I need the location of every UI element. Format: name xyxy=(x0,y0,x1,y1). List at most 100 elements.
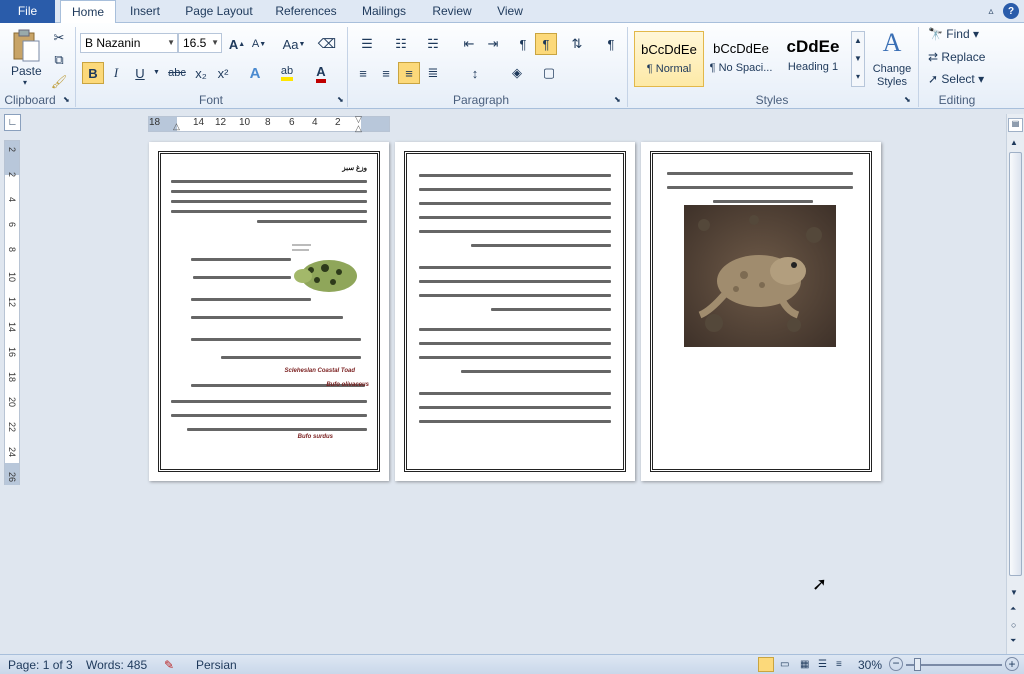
clear-formatting-icon[interactable]: ⌫ xyxy=(316,33,338,55)
scientific-name-3: Bufo surdus xyxy=(297,434,333,440)
format-painter-icon[interactable]: 🖌 xyxy=(48,71,70,93)
copy-icon[interactable]: ⧉ xyxy=(48,49,70,71)
bullets-icon[interactable]: ☰ xyxy=(354,33,380,55)
status-bar: Page: 1 of 3 Words: 485 ✎ Persian ▭ ▦ ☰ … xyxy=(0,654,1024,674)
change-styles-icon[interactable]: A xyxy=(872,27,912,59)
text-effects-icon[interactable]: A xyxy=(244,62,266,84)
align-left-icon[interactable]: ≡ xyxy=(352,62,374,84)
clipboard-launcher-icon[interactable]: ⬊ xyxy=(63,95,70,104)
previous-page-icon[interactable]: ⏶ xyxy=(1010,604,1016,614)
strikethrough-button[interactable]: abc xyxy=(164,62,190,84)
justify-icon[interactable]: ≣ xyxy=(422,62,444,84)
style-normal[interactable]: bCcDdEe ¶ Normal xyxy=(634,31,704,87)
ruler-tick: 18 xyxy=(149,117,161,128)
language-indicator[interactable]: Persian xyxy=(196,657,237,673)
style-no-spacing[interactable]: bCcDdEe ¶ No Spaci... xyxy=(706,31,776,87)
increase-indent-icon[interactable]: ⇥ xyxy=(482,33,504,55)
page-3[interactable] xyxy=(641,142,881,481)
shading-icon[interactable]: ◈ xyxy=(506,62,528,84)
bold-button[interactable]: B xyxy=(82,62,104,84)
find-button[interactable]: 🔭 Find ▾ xyxy=(928,27,979,41)
print-layout-view-icon[interactable] xyxy=(758,657,774,672)
outline-view-icon[interactable]: ☰ xyxy=(818,657,827,673)
ltr-direction-icon[interactable]: ¶ xyxy=(512,33,534,55)
zoom-out-icon[interactable]: − xyxy=(889,657,903,671)
zoom-in-icon[interactable]: + xyxy=(1005,657,1019,671)
left-indent-marker[interactable]: △ xyxy=(173,121,180,132)
tab-references[interactable]: References xyxy=(272,0,340,23)
vertical-ruler[interactable]: 2 2 4 6 8 10 12 14 16 18 20 22 24 26 xyxy=(4,140,20,485)
paste-button[interactable] xyxy=(8,27,44,65)
web-layout-view-icon[interactable]: ▦ xyxy=(800,657,809,673)
select-button[interactable]: ➚ Select ▾ xyxy=(928,72,984,86)
align-right-icon[interactable]: ≡ xyxy=(398,62,420,84)
tab-review[interactable]: Review xyxy=(428,0,476,23)
style-heading-1[interactable]: cDdEe Heading 1 xyxy=(778,31,848,87)
subscript-button[interactable]: x₂ xyxy=(190,62,212,84)
underline-button[interactable]: U xyxy=(129,62,151,84)
shrink-font-button[interactable]: A ▼ xyxy=(248,33,270,55)
underline-dropdown-icon[interactable]: ▼ xyxy=(153,69,160,76)
font-name-combo[interactable]: B Nazanin ▼ xyxy=(80,33,178,53)
word-count[interactable]: Words: 485 xyxy=(86,657,147,673)
proofing-icon[interactable]: ✎ xyxy=(164,657,174,673)
scroll-down-icon[interactable]: ▼ xyxy=(1010,588,1018,597)
superscript-button[interactable]: x² xyxy=(212,62,234,84)
italic-button[interactable]: I xyxy=(105,62,127,84)
styles-launcher-icon[interactable]: ⬊ xyxy=(904,95,911,104)
clipboard-group-label: Clipboard xyxy=(4,93,56,107)
show-marks-icon[interactable]: ¶ xyxy=(600,33,622,55)
line-spacing-icon[interactable]: ↕ xyxy=(464,62,486,84)
tab-home[interactable]: Home xyxy=(60,0,116,24)
decrease-indent-icon[interactable]: ⇤ xyxy=(458,33,480,55)
view-ruler-toggle-icon[interactable]: ▤ xyxy=(1008,118,1023,132)
grow-font-button[interactable]: A ▲ xyxy=(226,33,248,55)
align-center-icon[interactable]: ≡ xyxy=(375,62,397,84)
font-group-label: Font xyxy=(198,93,223,107)
full-screen-view-icon[interactable]: ▭ xyxy=(780,657,789,673)
font-launcher-icon[interactable]: ⬊ xyxy=(337,95,344,104)
page-count[interactable]: Page: 1 of 3 xyxy=(8,657,73,673)
font-size-combo[interactable]: 16.5 ▼ xyxy=(178,33,222,53)
horizontal-ruler[interactable]: 18 14 12 10 8 6 4 2 △ ▽ △ xyxy=(148,115,390,133)
tab-file[interactable]: File xyxy=(0,0,55,23)
change-case-button[interactable]: Aa ▼ xyxy=(280,33,308,55)
paragraph-launcher-icon[interactable]: ⬊ xyxy=(614,95,621,104)
vertical-scrollbar[interactable]: ▤ ▲ ▼ ⏶ ○ ⏷ xyxy=(1006,114,1024,654)
ruler-tick: 12 xyxy=(215,117,227,128)
minimize-ribbon-icon[interactable]: ▵ xyxy=(984,4,998,18)
toad-illustration xyxy=(291,242,357,292)
page-2[interactable] xyxy=(395,142,635,481)
tab-insert[interactable]: Insert xyxy=(125,0,165,23)
help-icon[interactable]: ? xyxy=(1003,3,1019,19)
right-indent-marker[interactable]: ▽ △ xyxy=(355,115,362,133)
change-styles-button[interactable]: Change Styles xyxy=(870,63,914,89)
replace-button[interactable]: ⇄ Replace xyxy=(928,50,985,64)
cut-icon[interactable]: ✂ xyxy=(48,27,70,49)
next-page-icon[interactable]: ⏷ xyxy=(1010,636,1016,646)
divider xyxy=(347,27,348,107)
numbering-icon[interactable]: ☷ xyxy=(388,33,414,55)
rtl-direction-icon[interactable]: ¶ xyxy=(535,33,557,55)
paste-label: Paste xyxy=(11,64,42,78)
scroll-thumb[interactable] xyxy=(1009,152,1022,576)
page-1[interactable]: وزغ سبز Scleheslan Coastal Toad Bufo oli… xyxy=(149,142,389,481)
scientific-name-1: Scleheslan Coastal Toad xyxy=(284,368,355,374)
paste-dropdown-icon[interactable]: ▾ xyxy=(23,78,27,87)
browse-object-icon[interactable]: ○ xyxy=(1011,620,1016,630)
styles-gallery-scroll[interactable]: ▲ ▼ ▾ xyxy=(851,31,865,87)
multilevel-list-icon[interactable]: ☵ xyxy=(420,33,446,55)
scroll-up-icon[interactable]: ▲ xyxy=(1010,138,1018,147)
zoom-slider-thumb[interactable] xyxy=(914,658,921,671)
font-color-icon[interactable]: A xyxy=(310,62,332,84)
draft-view-icon[interactable]: ≡ xyxy=(836,657,842,673)
vruler-tick: 6 xyxy=(7,222,17,228)
tab-view[interactable]: View xyxy=(490,0,530,23)
tab-mailings[interactable]: Mailings xyxy=(355,0,413,23)
tab-selector-icon[interactable]: ∟ xyxy=(4,114,21,131)
highlight-icon[interactable]: ab xyxy=(276,62,298,84)
zoom-level[interactable]: 30% xyxy=(858,657,882,673)
borders-icon[interactable]: ▢ xyxy=(538,62,560,84)
sort-icon[interactable]: ⇅ xyxy=(566,33,588,55)
tab-page-layout[interactable]: Page Layout xyxy=(180,0,258,23)
